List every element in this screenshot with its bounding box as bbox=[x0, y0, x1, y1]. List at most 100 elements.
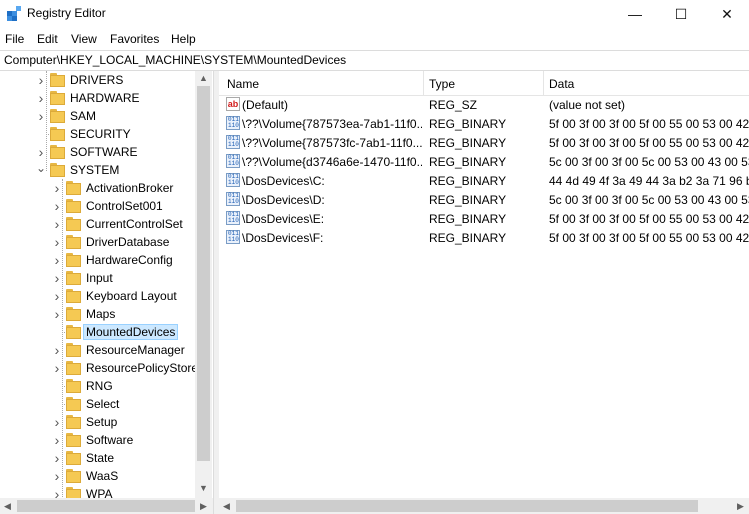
scroll-left-arrow-icon[interactable]: ◀ bbox=[0, 498, 15, 514]
chevron-right-icon[interactable]: › bbox=[52, 215, 62, 233]
tree-item[interactable]: › ControlSet001 bbox=[0, 197, 195, 215]
binary-value-icon: 011 110 bbox=[226, 135, 240, 149]
tree-item-label: WPA bbox=[86, 487, 113, 498]
menu-favorites[interactable]: Favorites bbox=[110, 32, 159, 46]
column-header-type[interactable]: Type bbox=[429, 77, 455, 91]
minimize-button[interactable]: — bbox=[612, 0, 658, 28]
tree-item[interactable]: › SOFTWARE bbox=[0, 143, 195, 161]
tree-item[interactable]: › State bbox=[0, 449, 195, 467]
scroll-up-arrow-icon[interactable]: ▲ bbox=[195, 71, 212, 86]
chevron-right-icon[interactable]: › bbox=[36, 107, 46, 125]
tree-item[interactable]: › HardwareConfig bbox=[0, 251, 195, 269]
value-name: \??\Volume{787573ea-7ab1-11f0... bbox=[242, 117, 422, 131]
tree-item[interactable]: › SAM bbox=[0, 107, 195, 125]
chevron-right-icon[interactable]: › bbox=[52, 305, 62, 323]
list-header: Name Type Data bbox=[219, 71, 749, 96]
menu-file[interactable]: File bbox=[5, 32, 24, 46]
chevron-right-icon[interactable]: › bbox=[52, 269, 62, 287]
value-name: \DosDevices\C: bbox=[242, 174, 325, 188]
folder-icon bbox=[66, 217, 81, 231]
tree-item[interactable]: SECURITY bbox=[0, 125, 195, 143]
tree-item[interactable]: › Input bbox=[0, 269, 195, 287]
chevron-right-icon[interactable]: › bbox=[52, 179, 62, 197]
address-bar[interactable]: Computer\HKEY_LOCAL_MACHINE\SYSTEM\Mount… bbox=[0, 50, 749, 71]
table-row[interactable]: 011 110 \??\Volume{787573fc-7ab1-11f0... RE… bbox=[219, 134, 749, 152]
tree-item[interactable]: › DRIVERS bbox=[0, 71, 195, 89]
chevron-right-icon[interactable]: › bbox=[52, 251, 62, 269]
tree-horizontal-scrollbar[interactable]: ◀ ▶ bbox=[0, 498, 213, 514]
table-row[interactable]: 011 110 \DosDevices\C: REG_BINARY 44 4d 49 4… bbox=[219, 172, 749, 190]
chevron-right-icon[interactable]: › bbox=[52, 233, 62, 251]
chevron-right-icon[interactable]: › bbox=[52, 413, 62, 431]
tree-item[interactable]: › ActivationBroker bbox=[0, 179, 195, 197]
tree-item[interactable]: Select bbox=[0, 395, 195, 413]
column-header-name[interactable]: Name bbox=[227, 77, 259, 91]
column-header-data[interactable]: Data bbox=[549, 77, 574, 91]
tree-item[interactable]: › Keyboard Layout bbox=[0, 287, 195, 305]
close-button[interactable]: ✕ bbox=[704, 0, 749, 28]
value-type: REG_BINARY bbox=[429, 117, 507, 131]
scroll-right-arrow-icon[interactable]: ▶ bbox=[196, 498, 211, 514]
menu-edit[interactable]: Edit bbox=[37, 32, 58, 46]
tree-item[interactable]: › HARDWARE bbox=[0, 89, 195, 107]
binary-value-icon: 011 110 bbox=[226, 211, 240, 225]
tree-item[interactable]: › Maps bbox=[0, 305, 195, 323]
tree-item-label: SOFTWARE bbox=[70, 145, 138, 159]
window-title: Registry Editor bbox=[27, 6, 106, 20]
tree-item-label: CurrentControlSet bbox=[86, 217, 183, 231]
chevron-right-icon[interactable]: › bbox=[52, 449, 62, 467]
table-row[interactable]: 011 110 \??\Volume{d3746a6e-1470-11f0... RE… bbox=[219, 153, 749, 171]
chevron-right-icon[interactable]: › bbox=[52, 485, 62, 498]
tree-item[interactable]: › Setup bbox=[0, 413, 195, 431]
tree-item[interactable]: › CurrentControlSet bbox=[0, 215, 195, 233]
binary-value-icon: 011 110 bbox=[226, 154, 240, 168]
tree-item[interactable]: › WaaS bbox=[0, 467, 195, 485]
tree-item-label: DriverDatabase bbox=[86, 235, 170, 249]
list-hscroll-thumb[interactable] bbox=[236, 500, 698, 512]
values-list[interactable]: Name Type Data ab (Default) REG_SZ (value n… bbox=[219, 71, 749, 498]
menu-view[interactable]: View bbox=[71, 32, 97, 46]
value-data: 5f 00 3f 00 3f 00 5f 00 55 00 53 00 42 0… bbox=[549, 117, 749, 131]
table-row[interactable]: 011 110 \DosDevices\E: REG_BINARY 5f 00 3f 0… bbox=[219, 210, 749, 228]
chevron-right-icon[interactable]: › bbox=[36, 71, 46, 89]
table-row[interactable]: 011 110 \DosDevices\F: REG_BINARY 5f 00 3f 0… bbox=[219, 229, 749, 247]
tree-pane[interactable]: › DRIVERS › HARDWARE › SAM SECURITY › SOFTWARE ⌄ S… bbox=[0, 71, 213, 498]
chevron-right-icon[interactable]: › bbox=[36, 89, 46, 107]
menu-help[interactable]: Help bbox=[171, 32, 196, 46]
tree-item[interactable]: › Software bbox=[0, 431, 195, 449]
table-row[interactable]: 011 110 \DosDevices\D: REG_BINARY 5c 00 3f 0… bbox=[219, 191, 749, 209]
tree-item[interactable]: › ResourceManager bbox=[0, 341, 195, 359]
tree-hscroll-thumb[interactable] bbox=[17, 500, 195, 512]
tree-item[interactable]: MountedDevices bbox=[0, 323, 195, 341]
list-horizontal-scrollbar[interactable]: ◀ ▶ bbox=[219, 498, 749, 514]
chevron-right-icon[interactable]: › bbox=[52, 359, 62, 377]
chevron-right-icon[interactable]: › bbox=[52, 341, 62, 359]
tree-item[interactable]: ⌄ SYSTEM bbox=[0, 161, 195, 179]
chevron-right-icon[interactable]: › bbox=[52, 467, 62, 485]
tree-item[interactable]: RNG bbox=[0, 377, 195, 395]
table-row[interactable]: 011 110 \??\Volume{787573ea-7ab1-11f0... RE… bbox=[219, 115, 749, 133]
value-type: REG_SZ bbox=[429, 98, 478, 112]
tree-item[interactable]: › WPA bbox=[0, 485, 195, 498]
tree-vertical-scrollbar[interactable]: ▲ ▼ bbox=[195, 71, 212, 498]
tree-item-label: Maps bbox=[86, 307, 116, 321]
column-divider[interactable] bbox=[543, 71, 544, 95]
scroll-left-arrow-icon[interactable]: ◀ bbox=[219, 498, 234, 514]
table-row[interactable]: ab (Default) REG_SZ (value not set) bbox=[219, 96, 749, 114]
tree-item[interactable]: › DriverDatabase bbox=[0, 233, 195, 251]
chevron-right-icon[interactable]: › bbox=[52, 197, 62, 215]
address-path[interactable]: Computer\HKEY_LOCAL_MACHINE\SYSTEM\Mount… bbox=[4, 53, 346, 67]
chevron-down-icon[interactable]: ⌄ bbox=[36, 161, 46, 179]
scroll-down-arrow-icon[interactable]: ▼ bbox=[195, 481, 212, 496]
chevron-right-icon[interactable]: › bbox=[52, 431, 62, 449]
chevron-right-icon[interactable]: › bbox=[52, 287, 62, 305]
chevron-right-icon[interactable]: › bbox=[36, 143, 46, 161]
scroll-right-arrow-icon[interactable]: ▶ bbox=[733, 498, 748, 514]
folder-icon bbox=[66, 415, 81, 429]
value-name: \??\Volume{787573fc-7ab1-11f0... bbox=[242, 136, 422, 150]
tree-item[interactable]: › ResourcePolicyStore bbox=[0, 359, 198, 377]
column-divider[interactable] bbox=[423, 71, 424, 95]
value-type: REG_BINARY bbox=[429, 174, 507, 188]
tree-scroll-thumb[interactable] bbox=[197, 86, 210, 461]
maximize-button[interactable]: ☐ bbox=[658, 0, 704, 28]
